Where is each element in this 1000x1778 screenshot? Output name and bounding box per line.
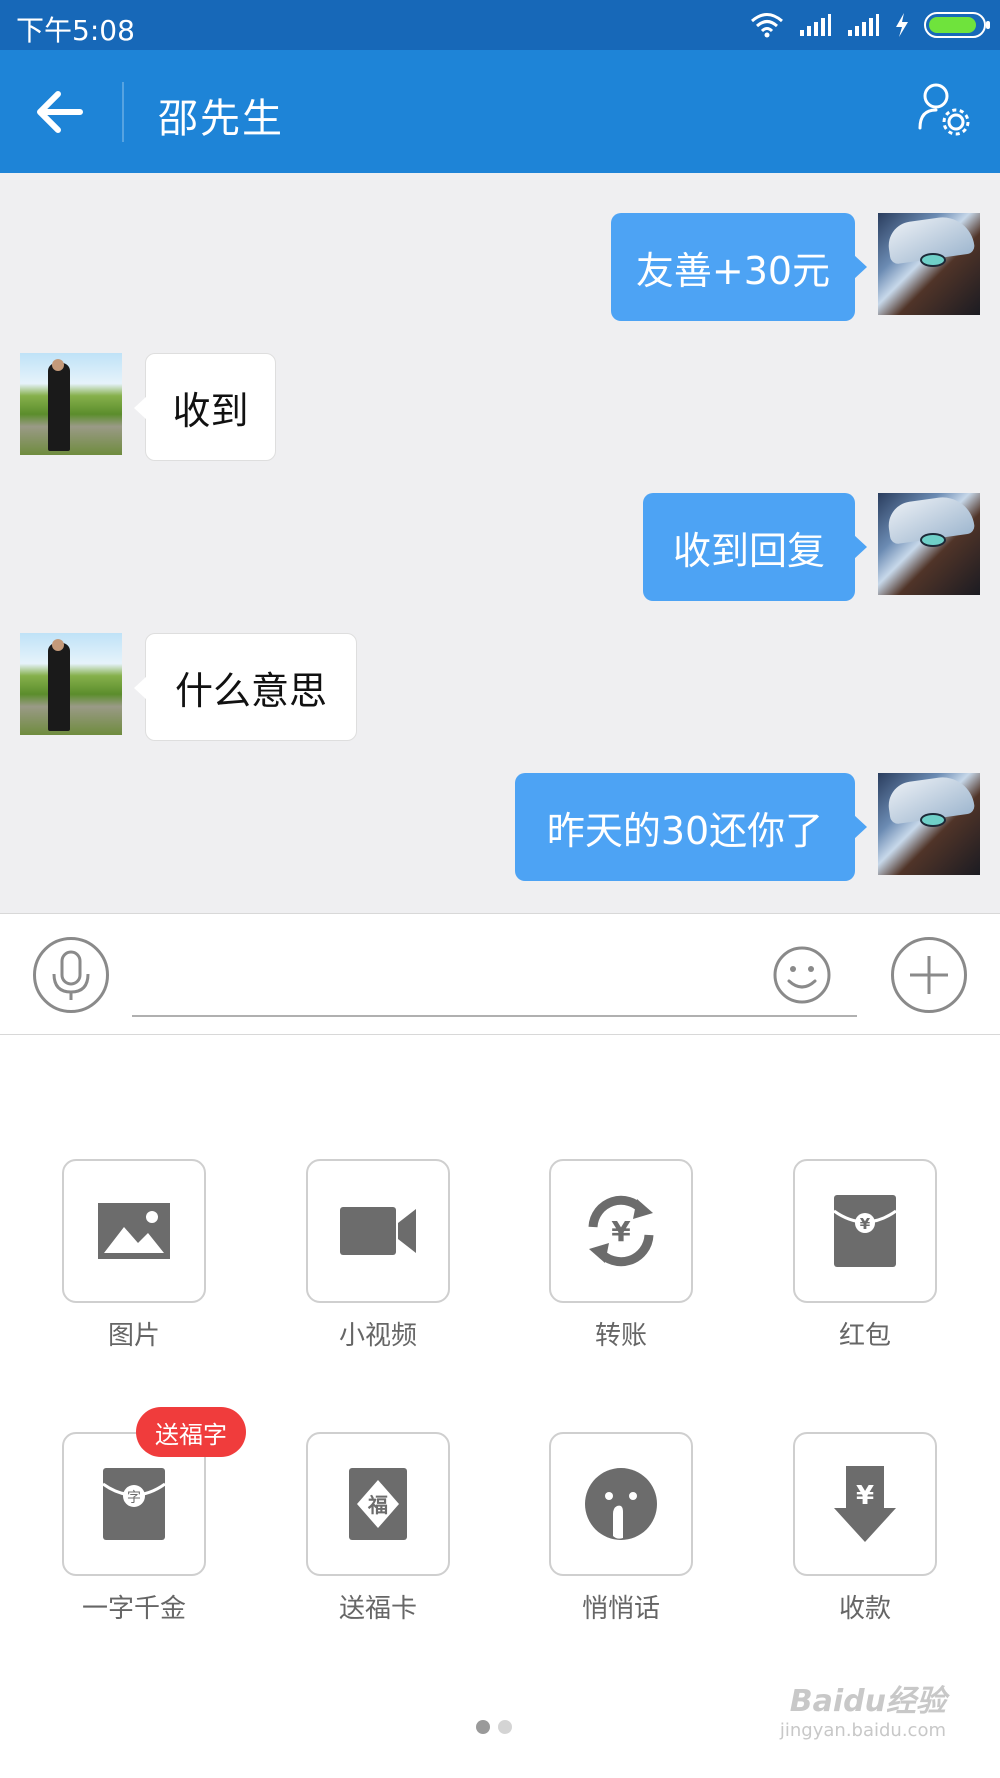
tool-red-packet[interactable]: ¥ 红包 <box>793 1159 937 1352</box>
emoji-icon[interactable] <box>772 945 832 1005</box>
profile-settings-icon[interactable] <box>914 80 974 140</box>
tool-receive-money[interactable]: ¥ 收款 <box>793 1432 937 1625</box>
tool-image-button[interactable] <box>62 1159 206 1303</box>
signal-icon <box>848 14 879 36</box>
video-camera-icon <box>340 1207 416 1255</box>
back-arrow-icon[interactable] <box>30 86 90 138</box>
chat-header: 邵先生 <box>0 50 1000 173</box>
status-icons <box>750 10 990 40</box>
tool-label: 悄悄话 <box>581 1594 660 1624</box>
image-icon <box>98 1203 170 1259</box>
tool-label: 红包 <box>838 1321 891 1351</box>
avatar-self[interactable] <box>878 493 980 595</box>
page-dot-active[interactable] <box>476 1720 490 1734</box>
message-bubble-outgoing[interactable]: 友善+30元 <box>611 213 867 321</box>
wifi-icon <box>751 13 783 38</box>
page-indicator <box>476 1720 512 1734</box>
microphone-icon <box>52 950 90 1000</box>
watermark-brand: Baidu经验 <box>789 1684 946 1719</box>
tool-whisper-button[interactable] <box>549 1432 693 1576</box>
red-packet-icon: ¥ <box>833 1195 897 1267</box>
promo-badge: 送福字 <box>136 1407 246 1457</box>
chat-area[interactable]: 友善+30元 收到 收到回复 什么意思 昨天的30还你了 <box>0 173 1000 913</box>
tool-image[interactable]: 图片 <box>62 1159 206 1352</box>
more-actions-button[interactable] <box>891 937 967 1013</box>
svg-text:¥: ¥ <box>611 1215 631 1248</box>
tool-video[interactable]: 小视频 <box>306 1159 450 1352</box>
receive-money-icon: ¥ <box>834 1466 896 1542</box>
tool-label: 送福卡 <box>338 1594 417 1624</box>
action-panel <box>0 1036 1000 1778</box>
tool-transfer-button[interactable]: ¥ <box>549 1159 693 1303</box>
battery-icon <box>924 12 990 38</box>
message-input[interactable] <box>132 1015 857 1017</box>
page-dot[interactable] <box>498 1720 512 1734</box>
signal-icon <box>800 14 831 36</box>
message-bubble-outgoing[interactable]: 收到回复 <box>643 493 867 601</box>
watermark: Baidu经验 jingyan.baidu.com <box>780 1676 946 1741</box>
watermark-url: jingyan.baidu.com <box>779 1720 946 1741</box>
tool-receive-money-button[interactable]: ¥ <box>793 1432 937 1576</box>
avatar-self[interactable] <box>878 773 980 875</box>
svg-text:¥: ¥ <box>856 1481 874 1511</box>
svg-text:字: 字 <box>127 1490 141 1506</box>
avatar-contact[interactable] <box>20 633 122 735</box>
avatar-contact[interactable] <box>20 353 122 455</box>
charging-icon <box>896 13 908 37</box>
transfer-icon: ¥ <box>588 1195 654 1267</box>
status-bar: 下午5:08 <box>0 0 1000 50</box>
svg-text:¥: ¥ <box>860 1215 871 1233</box>
tool-red-packet-button[interactable]: ¥ <box>793 1159 937 1303</box>
tool-label: 图片 <box>107 1321 160 1351</box>
tool-character-packet[interactable]: 字 一字千金 <box>62 1432 206 1625</box>
status-time: 下午5:08 <box>16 14 135 47</box>
voice-button[interactable] <box>33 937 109 1013</box>
fu-card-icon: 福 <box>349 1468 407 1540</box>
tool-label: 一字千金 <box>81 1594 186 1624</box>
tool-whisper[interactable]: 悄悄话 <box>549 1432 693 1625</box>
tool-fu-card[interactable]: 福 送福卡 <box>306 1432 450 1625</box>
plus-icon <box>910 956 948 994</box>
tool-transfer[interactable]: ¥ 转账 <box>549 1159 693 1352</box>
character-packet-icon: 字 <box>102 1468 166 1540</box>
contact-name: 邵先生 <box>158 96 284 142</box>
svg-text:福: 福 <box>367 1493 388 1517</box>
tool-label: 转账 <box>594 1321 647 1351</box>
whisper-icon <box>585 1468 657 1540</box>
message-bubble-incoming[interactable]: 什么意思 <box>134 633 357 741</box>
header-divider <box>122 82 124 142</box>
tool-label: 收款 <box>838 1594 891 1624</box>
message-bubble-outgoing[interactable]: 昨天的30还你了 <box>515 773 867 881</box>
message-bubble-incoming[interactable]: 收到 <box>134 353 276 461</box>
avatar-self[interactable] <box>878 213 980 315</box>
input-bar <box>0 913 1000 1035</box>
tool-video-button[interactable] <box>306 1159 450 1303</box>
battery-level <box>929 17 976 33</box>
tool-label: 小视频 <box>338 1321 417 1351</box>
tool-fu-card-button[interactable]: 福 <box>306 1432 450 1576</box>
